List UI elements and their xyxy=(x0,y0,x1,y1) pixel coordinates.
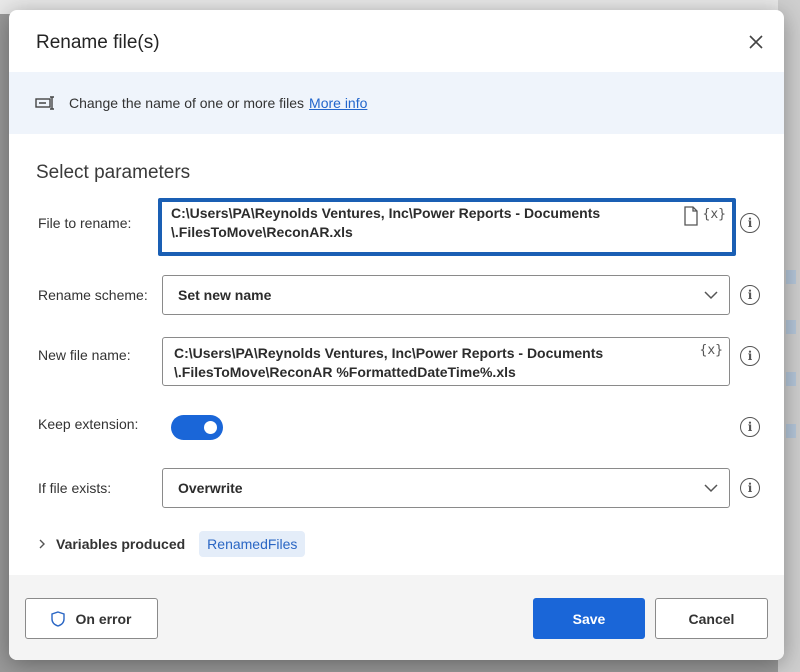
rename-action-icon xyxy=(35,96,57,110)
file-select-icon[interactable] xyxy=(683,206,699,226)
more-info-link[interactable]: More info xyxy=(309,95,367,111)
background-marker xyxy=(786,372,796,386)
rename-files-dialog: Rename file(s) Change the name of one or… xyxy=(9,10,784,660)
new-file-name-value: C:\Users\PA\Reynolds Ventures, Inc\Power… xyxy=(174,344,603,382)
shield-icon xyxy=(51,610,66,627)
background-marker xyxy=(786,320,796,334)
close-button[interactable] xyxy=(742,28,770,56)
info-icon[interactable]: i xyxy=(740,417,760,437)
if-file-exists-dropdown[interactable]: Overwrite xyxy=(162,468,730,508)
if-file-exists-label: If file exists: xyxy=(38,480,112,496)
background-marker xyxy=(786,270,796,284)
chevron-down-icon xyxy=(704,484,718,493)
chevron-down-icon xyxy=(704,291,718,300)
dialog-footer: On error Save Cancel xyxy=(9,575,784,660)
chevron-right-icon xyxy=(36,538,48,550)
section-title: Select parameters xyxy=(36,162,191,183)
save-button[interactable]: Save xyxy=(533,598,645,639)
if-file-exists-value: Overwrite xyxy=(178,480,243,496)
close-icon xyxy=(749,35,763,49)
rename-scheme-label: Rename scheme: xyxy=(38,287,148,303)
info-icon[interactable]: i xyxy=(740,213,760,233)
cancel-button[interactable]: Cancel xyxy=(655,598,768,639)
on-error-label: On error xyxy=(75,610,132,627)
file-path-line2: \.FilesToMove\ReconAR.xls xyxy=(171,224,353,240)
file-to-rename-value: C:\Users\PA\Reynolds Ventures, Inc\Power… xyxy=(171,204,600,242)
file-to-rename-label: File to rename: xyxy=(38,215,132,231)
new-file-name-input[interactable]: C:\Users\PA\Reynolds Ventures, Inc\Power… xyxy=(162,337,730,386)
dialog-title: Rename file(s) xyxy=(36,32,160,53)
variable-picker-icon[interactable]: {x} xyxy=(703,207,726,222)
new-file-line1: C:\Users\PA\Reynolds Ventures, Inc\Power… xyxy=(174,345,604,361)
info-icon[interactable]: i xyxy=(740,346,760,366)
file-path-line1: C:\Users\PA\Reynolds Ventures, Inc\Power… xyxy=(171,205,601,221)
variable-picker-icon[interactable]: {x} xyxy=(700,343,723,358)
info-icon[interactable]: i xyxy=(740,478,760,498)
info-banner: Change the name of one or more files Mor… xyxy=(9,72,784,134)
rename-scheme-dropdown[interactable]: Set new name xyxy=(162,275,730,315)
variables-produced-label: Variables produced xyxy=(56,536,186,552)
variables-produced-row[interactable]: Variables produced RenamedFiles xyxy=(36,529,306,559)
keep-extension-label: Keep extension: xyxy=(38,416,139,432)
toggle-knob xyxy=(204,421,217,434)
on-error-button[interactable]: On error xyxy=(25,598,158,639)
info-icon[interactable]: i xyxy=(740,285,760,305)
variable-chip[interactable]: RenamedFiles xyxy=(199,531,306,557)
rename-scheme-value: Set new name xyxy=(178,287,272,303)
new-file-name-label: New file name: xyxy=(38,347,131,363)
background-marker xyxy=(786,424,796,438)
file-to-rename-input[interactable]: C:\Users\PA\Reynolds Ventures, Inc\Power… xyxy=(158,198,736,256)
banner-text: Change the name of one or more files xyxy=(69,95,305,111)
new-file-line2: \.FilesToMove\ReconAR %FormattedDateTime… xyxy=(174,364,516,380)
keep-extension-toggle[interactable] xyxy=(171,415,223,440)
